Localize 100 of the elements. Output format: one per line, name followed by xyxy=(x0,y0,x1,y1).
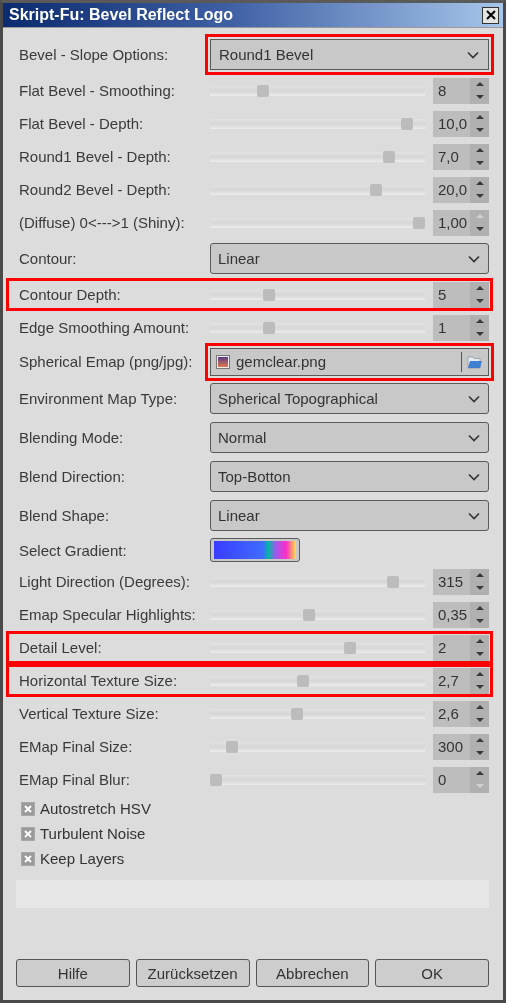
slider-thumb[interactable] xyxy=(413,216,425,229)
spin-down-icon[interactable] xyxy=(474,585,485,591)
number-field[interactable]: 5 xyxy=(433,281,470,308)
spin-up-icon[interactable] xyxy=(474,671,485,677)
number-field[interactable]: 0 xyxy=(433,766,470,793)
spin-up-icon[interactable] xyxy=(474,605,485,611)
slider-track[interactable] xyxy=(210,151,425,162)
spin-buttons[interactable] xyxy=(470,733,489,760)
spin-buttons[interactable] xyxy=(470,766,489,793)
spin-down-icon[interactable] xyxy=(474,193,485,199)
spin-buttons[interactable] xyxy=(470,634,489,661)
spin-down-icon[interactable] xyxy=(474,298,485,304)
spin-up-icon[interactable] xyxy=(474,114,485,120)
dropdown[interactable]: Spherical Topographical xyxy=(210,383,489,414)
slider-thumb[interactable] xyxy=(343,641,356,654)
number-field[interactable]: 300 xyxy=(433,733,470,760)
slider-thumb[interactable] xyxy=(370,183,383,196)
slider-thumb[interactable] xyxy=(400,117,413,130)
folder-icon[interactable] xyxy=(467,354,483,369)
slider-thumb[interactable] xyxy=(262,288,275,301)
dialog-button[interactable]: Hilfe xyxy=(16,959,130,987)
field-label: Edge Smoothing Amount: xyxy=(18,319,191,336)
spin-buttons[interactable] xyxy=(470,281,489,308)
spin-up-icon[interactable] xyxy=(474,638,485,644)
slider-track[interactable] xyxy=(210,576,425,587)
spin-buttons[interactable] xyxy=(470,176,489,203)
dropdown[interactable]: Normal xyxy=(210,422,489,453)
spin-down-icon[interactable] xyxy=(474,750,485,756)
slider-thumb[interactable] xyxy=(210,773,222,786)
spin-up-icon[interactable] xyxy=(474,572,485,578)
spin-buttons[interactable] xyxy=(470,314,489,341)
dialog-button[interactable]: Zurücksetzen xyxy=(135,959,250,987)
checkbox[interactable] xyxy=(21,826,35,841)
spin-up-icon[interactable] xyxy=(474,180,485,186)
spin-up-icon[interactable] xyxy=(474,81,485,87)
dropdown[interactable]: Top-Botton xyxy=(210,461,489,492)
number-field[interactable]: 2 xyxy=(433,634,470,661)
spin-buttons[interactable] xyxy=(470,667,489,694)
spin-up-icon[interactable] xyxy=(474,285,485,291)
slider-thumb[interactable] xyxy=(226,740,239,753)
dialog-button[interactable]: Abbrechen xyxy=(255,959,370,987)
slider-track[interactable] xyxy=(210,217,425,228)
number-field[interactable]: 2,7 xyxy=(433,667,470,694)
close-icon[interactable] xyxy=(482,6,499,24)
slider-track[interactable] xyxy=(210,642,425,653)
slider-thumb[interactable] xyxy=(291,707,304,720)
slider-track[interactable] xyxy=(210,289,425,300)
spin-down-icon[interactable] xyxy=(474,160,485,166)
spin-buttons[interactable] xyxy=(470,700,489,727)
spin-up-icon[interactable] xyxy=(474,147,485,153)
spin-buttons[interactable] xyxy=(470,110,489,137)
spin-up-icon[interactable] xyxy=(474,737,485,743)
slider-track[interactable] xyxy=(210,741,425,752)
field-label: Blend Direction: xyxy=(18,468,126,485)
spin-down-icon[interactable] xyxy=(474,226,485,232)
number-field[interactable]: 2,6 xyxy=(433,700,470,727)
checkbox[interactable] xyxy=(21,851,35,866)
slider-track[interactable] xyxy=(210,322,425,333)
number-field[interactable]: 1,00 xyxy=(433,209,470,236)
spin-buttons[interactable] xyxy=(470,568,489,595)
spin-down-icon[interactable] xyxy=(474,651,485,657)
spin-up-icon[interactable] xyxy=(474,704,485,710)
dropdown[interactable]: Linear xyxy=(210,243,489,274)
number-field[interactable]: 0,35 xyxy=(433,601,470,628)
spin-down-icon[interactable] xyxy=(474,331,485,337)
slider-thumb[interactable] xyxy=(386,575,399,588)
file-chooser[interactable]: gemclear.png xyxy=(205,342,494,381)
slider-track[interactable] xyxy=(210,85,425,96)
spin-buttons[interactable] xyxy=(470,209,489,236)
slider-thumb[interactable] xyxy=(303,608,316,621)
spin-up-icon[interactable] xyxy=(474,318,485,324)
dropdown[interactable]: Round1 Bevel xyxy=(205,34,494,75)
checkbox[interactable] xyxy=(21,801,35,816)
slider-track[interactable] xyxy=(210,675,425,686)
spin-buttons[interactable] xyxy=(470,77,489,104)
number-field[interactable]: 7,0 xyxy=(433,143,470,170)
dropdown[interactable]: Linear xyxy=(210,500,489,531)
dialog-button[interactable]: OK xyxy=(375,959,489,987)
number-field[interactable]: 10,0 xyxy=(433,110,470,137)
slider-track[interactable] xyxy=(210,118,425,129)
slider-track[interactable] xyxy=(210,609,425,620)
spin-down-icon[interactable] xyxy=(474,717,485,723)
spin-down-icon[interactable] xyxy=(474,127,485,133)
slider-track[interactable] xyxy=(210,184,425,195)
number-field[interactable]: 1 xyxy=(433,314,470,341)
slider-track[interactable] xyxy=(210,708,425,719)
slider-thumb[interactable] xyxy=(262,321,275,334)
slider-thumb[interactable] xyxy=(256,84,269,97)
slider-track[interactable] xyxy=(210,774,425,785)
spin-down-icon[interactable] xyxy=(474,94,485,100)
number-field[interactable]: 8 xyxy=(433,77,470,104)
spin-buttons[interactable] xyxy=(470,143,489,170)
spin-down-icon[interactable] xyxy=(474,618,485,624)
spin-down-icon[interactable] xyxy=(474,684,485,690)
slider-thumb[interactable] xyxy=(382,150,395,163)
slider-thumb[interactable] xyxy=(297,674,310,687)
spin-buttons[interactable] xyxy=(470,601,489,628)
number-field[interactable]: 20,0 xyxy=(433,176,470,203)
number-field[interactable]: 315 xyxy=(433,568,470,595)
spin-up-icon[interactable] xyxy=(474,770,485,776)
